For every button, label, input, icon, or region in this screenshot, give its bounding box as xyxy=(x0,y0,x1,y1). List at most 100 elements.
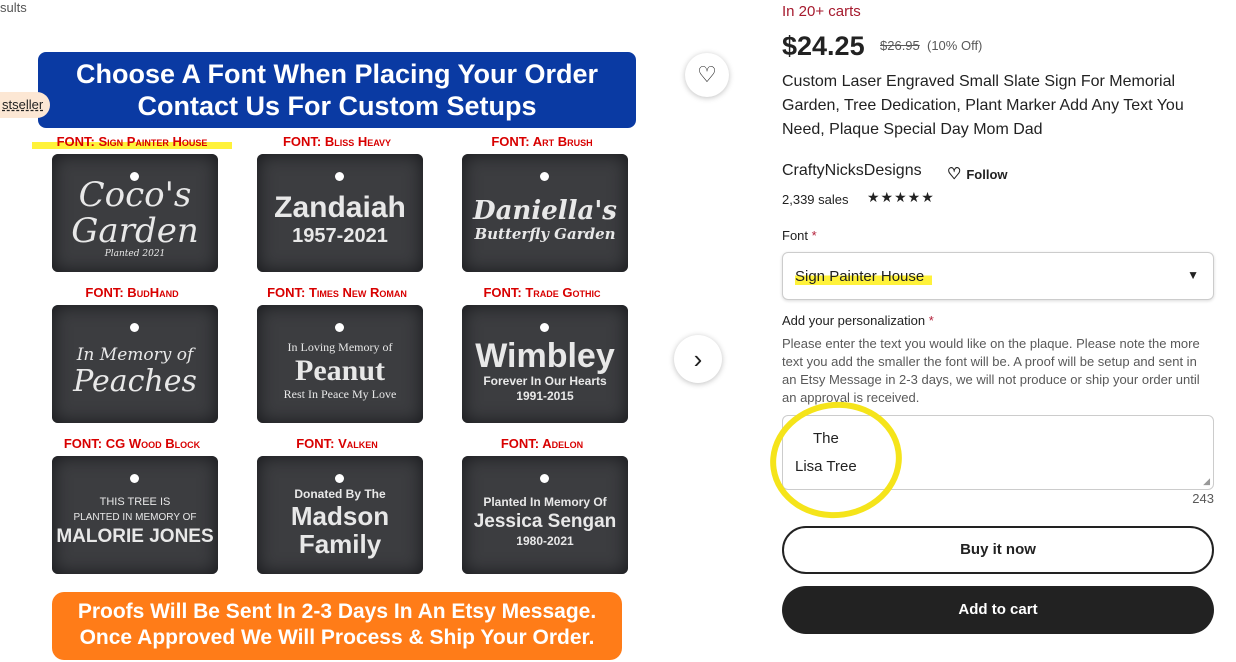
shop-name-link[interactable]: CraftyNicksDesigns xyxy=(782,162,922,180)
personalization-label-text: Add your personalization xyxy=(782,313,926,328)
slate-hole xyxy=(540,323,549,332)
font-sample-valken: FONT: Valken Donated By The Madson Famil… xyxy=(237,436,437,586)
font-sample-label: FONT: Valken xyxy=(296,436,378,451)
slate-text: 1991-2015 xyxy=(516,389,574,403)
font-sample-label: FONT: Art Brush xyxy=(491,134,593,149)
font-sample-label: FONT: Adelon xyxy=(500,436,584,451)
slate-sample: Donated By The Madson Family xyxy=(257,456,423,574)
slate-hole xyxy=(130,474,139,483)
characters-remaining: 243 xyxy=(1192,491,1214,506)
font-sample-trade-gothic: FONT: Trade Gothic Wimbley Forever In Ou… xyxy=(442,285,642,435)
image-gallery: Choose A Font When Placing Your Order Co… xyxy=(0,36,745,662)
slate-text: Butterfly Garden xyxy=(474,224,616,243)
bestseller-badge[interactable]: stseller xyxy=(0,92,50,118)
slate-sample: Planted In Memory Of Jessica Sengan 1980… xyxy=(462,456,628,574)
slate-text: Forever In Our Hearts xyxy=(483,374,607,388)
slate-text: Jessica Sengan xyxy=(473,511,617,532)
slate-sample: THIS TREE IS PLANTED IN MEMORY OF MALORI… xyxy=(52,456,218,574)
slate-text: Peaches xyxy=(73,364,197,399)
cart-count-notice: In 20+ carts xyxy=(782,3,861,20)
banner-line-2: Contact Us For Custom Setups xyxy=(137,91,537,121)
add-to-cart-button[interactable]: Add to cart xyxy=(782,586,1214,634)
font-sample-art-brush: FONT: Art Brush Daniella's Butterfly Gar… xyxy=(442,134,642,284)
heart-icon: ♡ xyxy=(697,62,717,87)
font-label-text: Font xyxy=(782,228,809,243)
font-select-value: Sign Painter House xyxy=(795,268,933,285)
resize-handle-icon[interactable]: ◢ xyxy=(1203,476,1210,487)
required-mark: * xyxy=(928,313,934,328)
font-sample-adelon: FONT: Adelon Planted In Memory Of Jessic… xyxy=(442,436,642,586)
personalization-field-label: Add your personalization * xyxy=(782,313,934,328)
font-sample-times-new-roman: FONT: Times New Roman In Loving Memory o… xyxy=(237,285,437,435)
product-title: Custom Laser Engraved Small Slate Sign F… xyxy=(782,73,1184,138)
slate-text: Wimbley xyxy=(475,337,615,375)
font-sample-bliss-heavy: FONT: Bliss Heavy Zandaiah 1957-2021 xyxy=(237,134,437,284)
font-sample-label: FONT: Bliss Heavy xyxy=(282,134,392,149)
slate-text: 1957-2021 xyxy=(292,225,388,247)
font-sample-label: FONT: Times New Roman xyxy=(267,285,407,300)
favorite-button[interactable]: ♡ xyxy=(685,53,729,97)
slate-text: Rest In Peace My Love xyxy=(283,387,397,401)
slate-sample: In Memory of Peaches xyxy=(52,305,218,423)
discount-label: (10% Off) xyxy=(927,38,983,53)
font-sample-budhand: FONT: BudHand In Memory of Peaches xyxy=(32,285,232,435)
original-price: $26.95 xyxy=(880,38,920,53)
chevron-right-icon: › xyxy=(693,343,703,374)
slate-hole xyxy=(130,172,139,181)
font-select[interactable]: Sign Painter House ▼ xyxy=(782,252,1214,300)
slate-text: Zandaiah xyxy=(274,191,406,224)
slate-text: In Memory of xyxy=(76,345,194,365)
slate-sample: Daniella's Butterfly Garden xyxy=(462,154,628,272)
follow-shop-button[interactable]: ♡ Follow xyxy=(947,164,1008,184)
slate-hole xyxy=(130,323,139,332)
buy-it-now-button[interactable]: Buy it now xyxy=(782,526,1214,574)
slate-hole xyxy=(540,172,549,181)
slate-text: Coco's xyxy=(78,175,192,215)
footer-line-1: Proofs Will Be Sent In 2-3 Days In An Et… xyxy=(77,600,597,623)
slate-sample: Zandaiah 1957-2021 xyxy=(257,154,423,272)
slate-hole xyxy=(540,474,549,483)
sales-count: 2,339 sales xyxy=(782,192,849,207)
slate-sample: Coco's Garden Planted 2021 xyxy=(52,154,218,272)
required-mark: * xyxy=(811,228,817,243)
slate-text: Daniella's xyxy=(473,195,617,226)
font-sample-label: FONT: Sign Painter House xyxy=(32,134,232,149)
font-sample-sign-painter: FONT: Sign Painter House Coco's Garden P… xyxy=(32,134,232,284)
heart-icon: ♡ xyxy=(947,166,962,183)
slate-text: PLANTED IN MEMORY OF xyxy=(73,512,197,523)
rating-stars[interactable]: ★★★★★ xyxy=(867,189,935,206)
listing-image[interactable]: Choose A Font When Placing Your Order Co… xyxy=(22,36,658,662)
font-field-label: Font * xyxy=(782,228,817,243)
font-sample-label: FONT: BudHand xyxy=(85,285,179,300)
slate-text: Planted 2021 xyxy=(104,249,166,259)
next-image-button[interactable]: › xyxy=(674,335,722,383)
sale-price: $24.25 xyxy=(782,31,865,61)
font-sample-cg-wood-block: FONT: CG Wood Block THIS TREE IS PLANTED… xyxy=(32,436,232,586)
slate-text: In Loving Memory of xyxy=(287,340,393,354)
annotation-circle xyxy=(762,393,910,527)
slate-hole xyxy=(335,323,344,332)
slate-hole xyxy=(335,172,344,181)
slate-text: Peanut xyxy=(295,354,385,387)
slate-text: Donated By The xyxy=(294,486,386,501)
font-sample-label: FONT: Trade Gothic xyxy=(483,285,601,300)
caret-down-icon: ▼ xyxy=(1187,268,1199,282)
slate-sample: In Loving Memory of Peanut Rest In Peace… xyxy=(257,305,423,423)
font-sample-label: FONT: CG Wood Block xyxy=(63,436,201,451)
follow-label: Follow xyxy=(966,166,1008,182)
slate-text: Madson xyxy=(290,500,390,531)
slate-hole xyxy=(335,474,344,483)
image-footer-banner: Proofs Will Be Sent In 2-3 Days In An Et… xyxy=(52,592,622,660)
slate-text: Family xyxy=(298,528,382,559)
breadcrumb[interactable]: sults xyxy=(0,0,27,15)
footer-line-2: Once Approved We Will Process & Ship You… xyxy=(79,626,595,649)
slate-text: Garden xyxy=(71,211,199,251)
banner-line-1: Choose A Font When Placing Your Order xyxy=(75,59,599,89)
product-page: sults Choose A Font When Placing Your Or… xyxy=(0,0,1236,662)
slate-text: Planted In Memory Of xyxy=(483,495,607,509)
image-banner: Choose A Font When Placing Your Order Co… xyxy=(38,52,636,128)
slate-text: MALORIE JONES xyxy=(56,526,214,547)
slate-text: 1980-2021 xyxy=(516,534,574,548)
slate-sample: Wimbley Forever In Our Hearts 1991-2015 xyxy=(462,305,628,423)
slate-text: THIS TREE IS xyxy=(99,496,171,508)
